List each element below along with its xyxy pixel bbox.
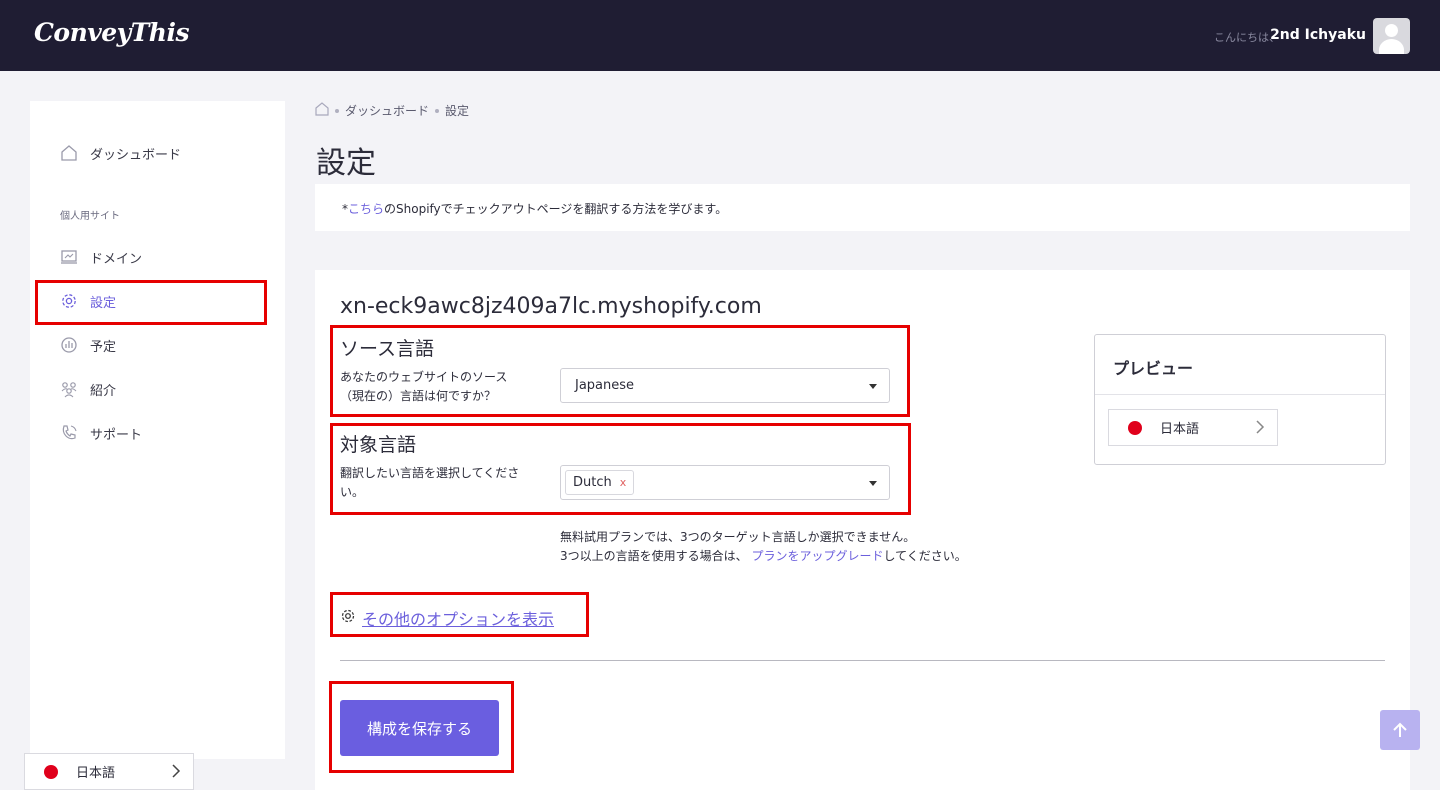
source-language-label: あなたのウェブサイトのソース（現在の）言語は何ですか？: [340, 370, 508, 403]
save-config-button[interactable]: 構成を保存する: [340, 700, 499, 756]
breadcrumb-separator: [435, 108, 440, 113]
preview-panel: プレビュー 日本語: [1094, 334, 1386, 465]
upgrade-plan-link[interactable]: プランをアップグレード: [751, 549, 883, 563]
target-language-select[interactable]: Dutch x: [560, 465, 890, 500]
divider: [340, 660, 1385, 661]
sidebar-item-support[interactable]: サポート: [60, 421, 142, 445]
source-language-value: Japanese: [575, 378, 635, 393]
scroll-to-top-button[interactable]: [1380, 710, 1420, 750]
sidebar-item-dashboard[interactable]: ダッシュボード: [60, 141, 181, 165]
chart-icon: [60, 336, 78, 354]
breadcrumb-dashboard[interactable]: ダッシュボード: [345, 102, 429, 119]
plan-info-line2: 3つ以上の言語を使用する場合は、 プランをアップグレードしてください。: [560, 547, 967, 566]
chevron-right-icon: [1255, 420, 1265, 438]
notice-link[interactable]: こちら: [348, 202, 384, 216]
notice-banner: *こちらのShopifyでチェックアウトページを翻訳する方法を学びます。: [315, 184, 1410, 231]
plan-info-prefix: 3つ以上の言語を使用する場合は、: [560, 549, 748, 563]
users-icon: [60, 380, 78, 398]
language-switcher[interactable]: 日本語: [24, 753, 194, 790]
breadcrumb: ダッシュボード 設定: [315, 102, 469, 119]
sidebar-item-referral[interactable]: 紹介: [60, 377, 116, 401]
sidebar-item-label: サポート: [90, 427, 143, 443]
gear-icon: [60, 292, 78, 310]
preview-title: プレビュー: [1113, 359, 1194, 378]
arrow-up-icon: [1393, 722, 1407, 737]
source-language-title: ソース言語: [340, 338, 435, 360]
chevron-down-icon: [869, 384, 877, 389]
source-language-select[interactable]: Japanese: [560, 368, 890, 403]
language-tag-label: Dutch: [573, 475, 612, 490]
sidebar: ダッシュボード 個人用サイト ドメイン 設定 予定 紹介 サポート: [30, 101, 285, 759]
japan-flag-icon: [1128, 420, 1142, 435]
japan-flag-icon: [44, 764, 58, 779]
avatar-body: [1379, 39, 1404, 54]
sidebar-item-label: 予定: [90, 339, 117, 355]
top-bar: ConveyThis こんにちは、 2nd Ichyaku: [0, 0, 1440, 71]
chevron-down-icon: [869, 481, 877, 486]
breadcrumb-separator: [335, 108, 339, 113]
phone-icon: [60, 424, 78, 442]
sidebar-item-schedule[interactable]: 予定: [60, 333, 116, 357]
chevron-right-icon: [171, 764, 181, 782]
plan-info-line1: 無料試用プランでは、3つのターゲット言語しか選択できません。: [560, 530, 916, 544]
more-options-label: その他のオプションを表示: [362, 610, 555, 629]
monitor-icon: [60, 248, 78, 266]
notice-text: のShopifyでチェックアウトページを翻訳する方法を学びます。: [384, 202, 728, 216]
sidebar-item-settings[interactable]: 設定: [60, 289, 116, 313]
sidebar-item-label: ダッシュボード: [90, 147, 182, 163]
domain-title: xn-eck9awc8jz409a7lc.myshopify.com: [340, 294, 762, 319]
sidebar-item-label: 設定: [90, 295, 117, 311]
language-label: 日本語: [76, 766, 116, 781]
plan-info: 無料試用プランでは、3つのターゲット言語しか選択できません。 3つ以上の言語を使…: [560, 528, 967, 566]
plan-info-suffix: してください。: [883, 549, 967, 563]
home-icon[interactable]: [315, 102, 329, 119]
gear-icon: [340, 608, 356, 628]
preview-language-switcher[interactable]: 日本語: [1108, 409, 1278, 446]
remove-tag-icon[interactable]: x: [620, 476, 627, 489]
language-label: 日本語: [1160, 422, 1200, 437]
logo[interactable]: ConveyThis: [34, 18, 190, 47]
settings-card: xn-eck9awc8jz409a7lc.myshopify.com ソース言語…: [315, 270, 1410, 790]
page-title: 設定: [316, 146, 376, 181]
language-tag: Dutch x: [565, 470, 635, 495]
divider: [1095, 394, 1385, 395]
username[interactable]: 2nd Ichyaku: [1270, 27, 1366, 43]
avatar-head: [1385, 24, 1398, 37]
sidebar-item-label: ドメイン: [90, 251, 143, 267]
sidebar-item-label: 紹介: [90, 383, 117, 399]
home-icon: [60, 144, 78, 162]
avatar[interactable]: [1373, 18, 1410, 54]
target-language-label: 翻訳したい言語を選択してください。: [340, 466, 520, 499]
sidebar-section-label: 個人用サイト: [60, 211, 120, 222]
more-options-link[interactable]: その他のオプションを表示: [340, 606, 554, 630]
breadcrumb-current: 設定: [445, 104, 470, 118]
sidebar-item-domain[interactable]: ドメイン: [60, 245, 142, 269]
target-language-title: 対象言語: [340, 434, 417, 456]
